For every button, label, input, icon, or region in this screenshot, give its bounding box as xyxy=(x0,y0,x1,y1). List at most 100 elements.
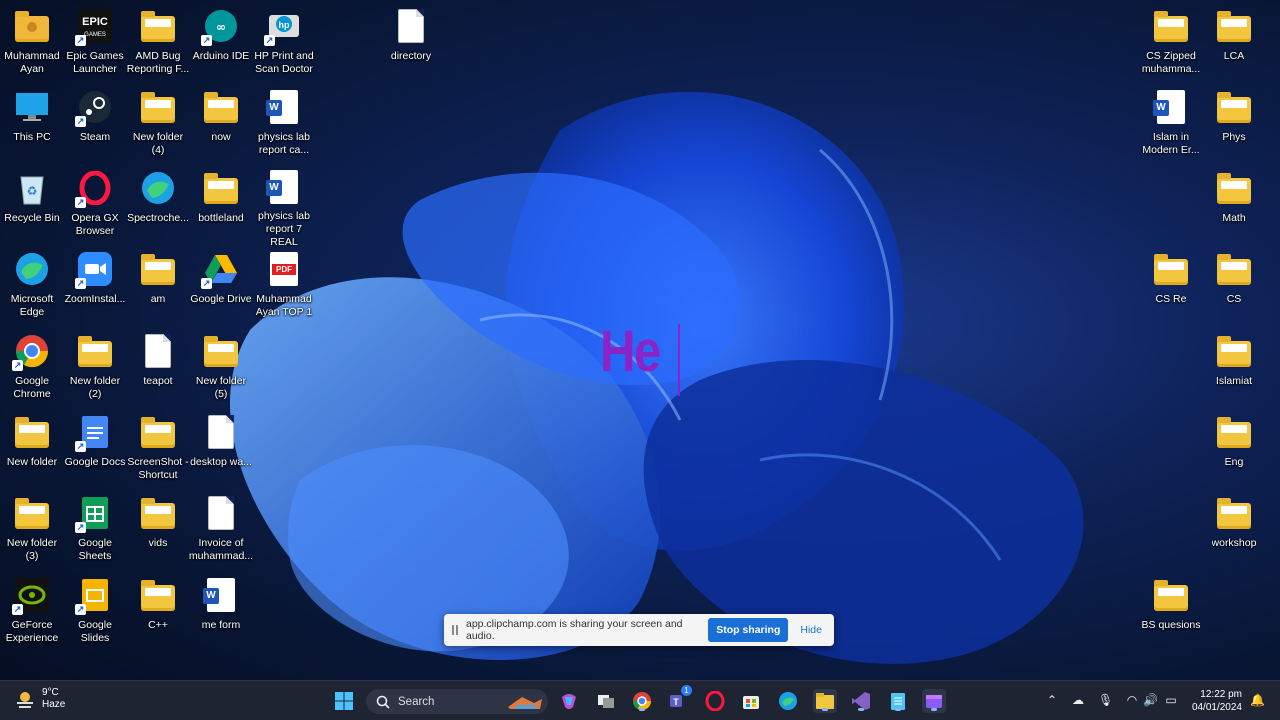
typed-overlay-text: He xyxy=(600,319,661,384)
desktop-icon[interactable]: directory xyxy=(379,4,443,84)
folder-icon xyxy=(140,8,176,44)
notifications-bell-icon[interactable]: 🔔 xyxy=(1250,693,1265,707)
file-explorer-taskbar-button[interactable] xyxy=(813,689,837,713)
desktop-icon[interactable]: BS quesions xyxy=(1139,573,1203,653)
desktop-icon[interactable]: Wme form xyxy=(189,573,253,653)
store-taskbar-button[interactable] xyxy=(739,689,763,713)
opera-gx-taskbar-button[interactable] xyxy=(703,689,727,713)
desktop-icon-label: Muhammad Ayan TOP 1 xyxy=(255,293,313,318)
folder-icon xyxy=(14,414,50,450)
desktop-icon[interactable]: CS Re xyxy=(1139,247,1203,327)
desktop-icon[interactable]: Microsoft Edge xyxy=(0,247,64,327)
desktop-icon-label: Spectroche... xyxy=(127,212,189,224)
task-view-button[interactable] xyxy=(594,689,618,713)
desktop-icon[interactable]: LCA xyxy=(1202,4,1266,84)
desktop-icon[interactable]: ∞ ↗ Arduino IDE xyxy=(189,4,253,84)
desktop-icon-label: workshop xyxy=(1211,537,1257,549)
drag-grip-icon[interactable] xyxy=(452,625,458,635)
desktop-icon-label: Opera GX Browser xyxy=(71,212,119,237)
battery-icon[interactable]: ▭ xyxy=(1164,693,1178,707)
copilot-button[interactable] xyxy=(557,689,581,713)
running-indicator xyxy=(822,708,828,711)
copilot-icon xyxy=(562,694,576,709)
desktop-icon[interactable]: workshop xyxy=(1202,491,1266,571)
chrome-icon: ↗ xyxy=(12,333,50,371)
hide-button[interactable]: Hide xyxy=(800,624,822,636)
desktop-icon[interactable]: C++ xyxy=(126,573,190,653)
desktop-icon-label: bottleland xyxy=(198,212,244,224)
running-indicator xyxy=(639,708,645,711)
folder-icon xyxy=(1216,89,1252,125)
desktop-icon[interactable]: teapot xyxy=(126,329,190,409)
desktop-icon[interactable]: ↗ ZoomInstal... xyxy=(63,247,127,327)
wifi-icon[interactable]: ◠ xyxy=(1125,693,1139,707)
desktop-icon[interactable]: W Islam in Modern Er... xyxy=(1139,85,1203,165)
desktop-icon[interactable]: bottleland xyxy=(189,166,253,246)
desktop-icon[interactable]: EPIC GAMES ↗ Epic Games Launcher xyxy=(63,4,127,84)
desktop-icon[interactable]: ScreenShot - Shortcut xyxy=(126,410,190,490)
svg-text:∞: ∞ xyxy=(216,20,226,34)
volume-icon[interactable]: 🔊 xyxy=(1143,693,1158,707)
desktop-icon[interactable]: am xyxy=(126,247,190,327)
desktop-icon[interactable]: Spectroche... xyxy=(126,166,190,246)
desktop-icon[interactable]: New folder (5) xyxy=(189,329,253,409)
stop-sharing-button[interactable]: Stop sharing xyxy=(708,618,789,642)
desktop-icon[interactable]: Eng xyxy=(1202,410,1266,490)
desktop-icon[interactable]: This PC xyxy=(0,85,64,165)
desktop-icon[interactable]: CS Zipped muhamma... xyxy=(1139,4,1203,84)
desktop-icon[interactable]: Phys xyxy=(1202,85,1266,165)
desktop-icon[interactable]: Muhammad Ayan xyxy=(0,4,64,84)
desktop-icon[interactable]: AMD Bug Reporting F... xyxy=(126,4,190,84)
clipchamp-taskbar-button[interactable] xyxy=(922,689,946,713)
teams-taskbar-button[interactable]: T 1 xyxy=(666,685,692,713)
desktop-icon[interactable]: ↗ GeForce Experience xyxy=(0,573,64,653)
desktop-icon-label: New folder (4) xyxy=(132,131,184,156)
desktop-icon[interactable]: vids xyxy=(126,491,190,571)
desktop-icon[interactable]: now xyxy=(189,85,253,165)
desktop-icon[interactable]: Invoice of muhammad... xyxy=(189,491,253,571)
google-sheets-icon: ↗ xyxy=(75,495,113,533)
desktop-icon[interactable]: ♻ Recycle Bin xyxy=(0,166,64,246)
desktop-icon[interactable]: ↗ Google Chrome xyxy=(0,329,64,409)
folder-icon xyxy=(203,333,239,369)
desktop-icon[interactable]: New folder (3) xyxy=(0,491,64,571)
desktop-icon[interactable]: Math xyxy=(1202,166,1266,246)
desktop-icon[interactable]: New folder xyxy=(0,410,64,490)
folder-icon xyxy=(1216,414,1252,450)
desktop-icon[interactable]: ↗ Google Slides xyxy=(63,573,127,653)
weather-widget[interactable]: 9°C Haze xyxy=(14,687,65,711)
clock[interactable]: 12:22 pm 04/01/2024 xyxy=(1192,688,1242,714)
desktop-icon[interactable]: CS xyxy=(1202,247,1266,327)
desktop-icon-label: Islamiat xyxy=(1215,375,1253,387)
desktop-icon[interactable]: ↗ Google Docs xyxy=(63,410,127,490)
desktop-icon[interactable]: Wphysics lab report ca... xyxy=(252,85,316,165)
taskbar-search[interactable]: Search xyxy=(366,689,548,714)
desktop-icon[interactable]: Islamiat xyxy=(1202,329,1266,409)
screen-share-bar: app.clipchamp.com is sharing your screen… xyxy=(444,614,834,646)
start-button[interactable] xyxy=(332,689,356,713)
desktop-icon[interactable]: New folder (4) xyxy=(126,85,190,165)
desktop-icon[interactable]: Wphysics lab report 7 REAL xyxy=(252,166,316,246)
desktop-icon[interactable]: ↗ Steam xyxy=(63,85,127,165)
edge-taskbar-button[interactable] xyxy=(776,689,800,713)
desktop-icon[interactable]: ↗ Google Sheets xyxy=(63,491,127,571)
desktop-icon[interactable]: desktop wa... xyxy=(189,410,253,490)
opera-gx-icon xyxy=(705,691,725,711)
running-indicator xyxy=(858,708,864,711)
desktop-icon-label: am xyxy=(150,293,166,305)
desktop-icon-label: Muhammad Ayan xyxy=(4,50,60,75)
desktop-icon[interactable]: hp ↗ HP Print and Scan Doctor xyxy=(252,4,316,84)
chrome-taskbar-button[interactable] xyxy=(630,689,654,713)
microphone-icon[interactable]: 🎙 xyxy=(1098,693,1113,707)
onedrive-icon[interactable]: ☁ xyxy=(1071,693,1085,707)
google-drive-icon: ↗ xyxy=(201,251,239,289)
visual-studio-taskbar-button[interactable] xyxy=(849,689,873,713)
desktop-icon[interactable]: ↗ Google Drive xyxy=(189,247,253,327)
desktop-icon[interactable]: ↗ Opera GX Browser xyxy=(63,166,127,246)
show-hidden-icons-chevron-icon[interactable]: ⌃ xyxy=(1045,693,1059,707)
opera-gx-icon: ↗ xyxy=(75,170,113,208)
notepad-taskbar-button[interactable] xyxy=(886,689,910,713)
desktop-icon[interactable]: New folder (2) xyxy=(63,329,127,409)
search-label: Search xyxy=(398,695,435,708)
desktop-icon[interactable]: PDF Muhammad Ayan TOP 1 xyxy=(252,247,316,327)
